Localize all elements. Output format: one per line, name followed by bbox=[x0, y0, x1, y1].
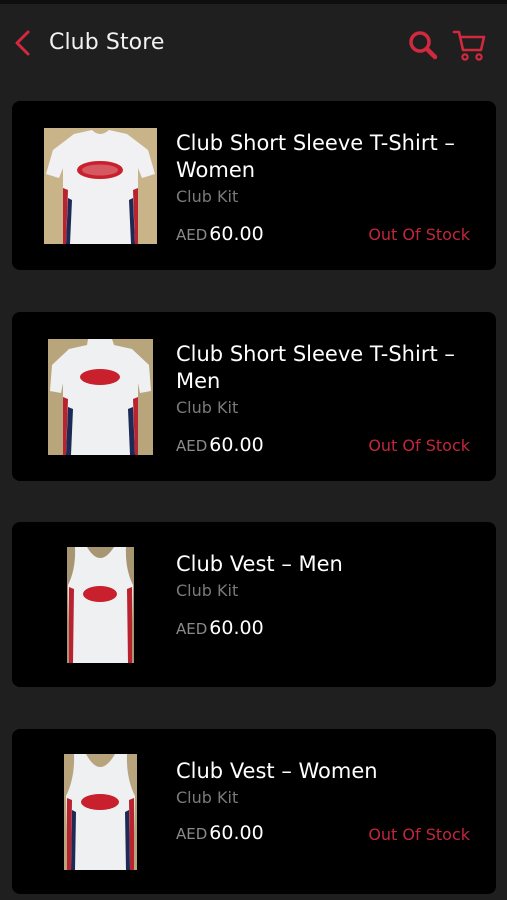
product-name-line: Men bbox=[176, 369, 221, 393]
product-name-line: Club Short Sleeve T-Shirt – bbox=[176, 131, 455, 155]
stock-status: Out Of Stock bbox=[368, 825, 470, 844]
product-card[interactable]: Club Vest – Women Club Kit AED 60.00 Out … bbox=[12, 729, 496, 894]
product-image bbox=[67, 547, 134, 663]
app-header: Club Store bbox=[0, 4, 507, 84]
product-name: Club Vest – Women bbox=[176, 759, 378, 783]
currency-label: AED bbox=[176, 437, 208, 455]
product-category: Club Kit bbox=[176, 398, 239, 417]
chevron-left-icon[interactable] bbox=[12, 28, 36, 58]
product-category: Club Kit bbox=[176, 581, 239, 600]
product-category: Club Kit bbox=[176, 788, 239, 807]
product-name: Club Vest – Men bbox=[176, 552, 343, 576]
currency-label: AED bbox=[176, 825, 208, 843]
product-price: AED 60.00 bbox=[176, 617, 264, 639]
price-value: 60.00 bbox=[209, 223, 264, 245]
product-name-line: Women bbox=[176, 158, 256, 182]
search-icon[interactable] bbox=[406, 28, 440, 62]
cart-icon[interactable] bbox=[451, 26, 487, 62]
product-card[interactable]: Club Short Sleeve T-Shirt – Men Club Kit… bbox=[12, 312, 496, 481]
product-image bbox=[64, 754, 137, 870]
product-price: AED 60.00 bbox=[176, 822, 264, 844]
product-card[interactable]: Club Vest – Men Club Kit AED 60.00 bbox=[12, 522, 496, 687]
product-card[interactable]: Club Short Sleeve T-Shirt – Women Club K… bbox=[12, 101, 496, 270]
product-image bbox=[44, 128, 157, 244]
price-value: 60.00 bbox=[209, 434, 264, 456]
product-image bbox=[48, 339, 153, 455]
price-value: 60.00 bbox=[209, 822, 264, 844]
product-price: AED 60.00 bbox=[176, 434, 264, 456]
product-name: Club Short Sleeve T-Shirt – Men bbox=[176, 341, 476, 395]
stock-status: Out Of Stock bbox=[368, 436, 470, 455]
product-price: AED 60.00 bbox=[176, 223, 264, 245]
page-title: Club Store bbox=[49, 30, 165, 55]
stock-status: Out Of Stock bbox=[368, 225, 470, 244]
product-name-line: Club Short Sleeve T-Shirt – bbox=[176, 342, 455, 366]
product-category: Club Kit bbox=[176, 187, 239, 206]
product-name: Club Short Sleeve T-Shirt – Women bbox=[176, 130, 476, 184]
currency-label: AED bbox=[176, 226, 208, 244]
price-value: 60.00 bbox=[209, 617, 264, 639]
currency-label: AED bbox=[176, 620, 208, 638]
